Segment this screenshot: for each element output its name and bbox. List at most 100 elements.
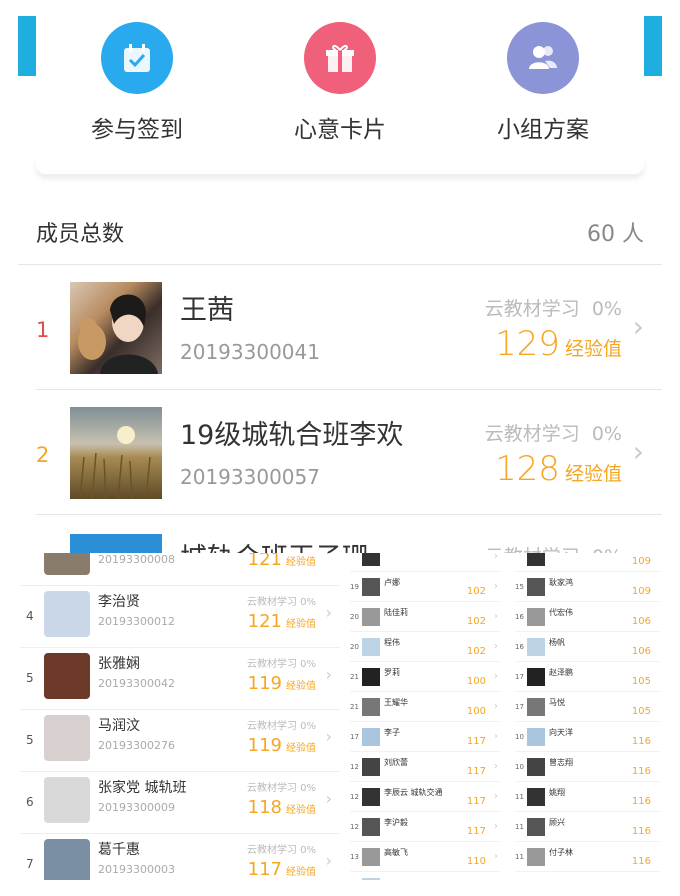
divider: [36, 514, 662, 515]
collage-exp-value: 110: [466, 856, 486, 867]
chevron-right-icon: ›: [494, 611, 498, 622]
collage-cloud: 云教材学习 0%: [246, 659, 316, 670]
collage-member-row: 5 张雅娴 20193300042 云教材学习 0% 119 经验值 ›: [20, 647, 340, 710]
collage-mini-row: 11 顾兴 116 ›: [515, 815, 660, 842]
collage-name: 李子: [384, 728, 400, 737]
exp-value: 128: [494, 449, 560, 489]
chevron-right-icon: ›: [632, 310, 644, 343]
member-id: 20193300057: [180, 465, 320, 489]
chevron-right-icon: ›: [325, 851, 332, 870]
avatar: [527, 553, 545, 566]
avatar: [70, 282, 162, 374]
collage-rank: 4: [26, 609, 34, 623]
member-list-screenshot: 20193300008 121 经验值 › 4 李治贤 20193300012 云教材学习 0…: [20, 553, 340, 880]
collage-exp-value: 121: [247, 553, 282, 570]
collage-member-row: 4 李治贤 20193300012 云教材学习 0% 121 经验值 ›: [20, 585, 340, 648]
avatar: [44, 653, 90, 699]
collage-name: 王耀华: [384, 698, 408, 707]
avatar: [362, 668, 380, 686]
cloud-percent: 0%: [591, 298, 622, 320]
avatar: [527, 578, 545, 596]
collage-exp-value: 116: [631, 826, 651, 837]
collage-mini-row: 17 马悦 105 ›: [515, 695, 660, 722]
collage-rank: 7: [26, 857, 34, 871]
collage-name: 高敏飞: [384, 848, 408, 857]
collage-rank: 10: [515, 733, 524, 741]
member-total-count: 60 人: [587, 222, 644, 247]
divider: [18, 264, 662, 265]
chevron-right-icon: ›: [325, 665, 332, 684]
member-name: 王茜: [180, 295, 234, 326]
collage-exp: 117 经验值: [248, 859, 316, 880]
collage-mini-row: 21 王耀华 100 ›: [350, 695, 500, 722]
collage-rank: 21: [350, 703, 359, 711]
collage-rank: 11: [515, 793, 524, 801]
collage-name: 罗莉: [384, 668, 400, 677]
collage-rank: 10: [515, 763, 524, 771]
collage-name: 付子林: [549, 848, 573, 857]
collage-exp-value: 116: [631, 736, 651, 747]
chevron-right-icon: ›: [325, 603, 332, 622]
collage-exp-unit: 经验值: [286, 557, 316, 568]
avatar: [527, 818, 545, 836]
collage-name: 张雅娴: [98, 656, 140, 672]
chevron-right-icon: ›: [659, 851, 660, 862]
collage-exp-value: 119: [247, 735, 282, 756]
collage-mini-row: 12 李沪毅 117 ›: [350, 815, 500, 842]
avatar: [44, 591, 90, 637]
heart-card-action[interactable]: 心意卡片: [260, 22, 420, 144]
collage-rank: 17: [515, 703, 524, 711]
avatar: [70, 407, 162, 500]
collage-name: 赵泽鹏: [549, 668, 573, 677]
group-plan-label: 小组方案: [497, 117, 589, 143]
action-card-bottom: [36, 158, 644, 175]
collage-member-row: 7 葛千惠 20193300003 云教材学习 0% 117 经验值 ›: [20, 833, 340, 880]
member-row-partial[interactable]: 城轨合班王子珊 云教材学习 0%: [0, 516, 680, 556]
member-id: 20193300041: [180, 340, 320, 364]
collage-exp: 118 经验值: [248, 797, 316, 818]
chevron-right-icon: ›: [494, 671, 498, 682]
collage-mini-row: 17 赵泽鹏 105 ›: [515, 665, 660, 692]
member-rank: 2: [36, 443, 50, 467]
chevron-right-icon: ›: [494, 821, 498, 832]
avatar: [362, 878, 380, 880]
member-row[interactable]: 1 王茜 20193300041 云教材学习 0% 129 经验值 ›: [0, 266, 680, 390]
collage-exp-value: 109: [631, 556, 651, 567]
collage-cloud: 云教材学习 0%: [246, 845, 316, 856]
collage-mini-row: 13›: [350, 875, 500, 880]
collage-name: 程伟: [384, 638, 400, 647]
gift-icon: [304, 22, 376, 94]
collage-mini-row: 10 曾志翔 116 ›: [515, 755, 660, 782]
collage-mini-row: 11 付子林 116 ›: [515, 845, 660, 872]
member-row[interactable]: 2 19级城轨合班李欢 20193300057 云教材学习 0% 128 经验值…: [0, 391, 680, 515]
collage-member-row: 6 张家党 城轨班 20193300009 云教材学习 0% 118 经验值 ›: [20, 771, 340, 834]
collage-name: 杨帆: [549, 638, 565, 647]
collage-exp-value: 119: [247, 673, 282, 694]
cloud-study-progress: 云教材学习 0%: [485, 294, 622, 321]
chevron-right-icon: ›: [632, 435, 644, 468]
chevron-right-icon: ›: [494, 581, 498, 592]
member-name: 19级城轨合班李欢: [180, 420, 404, 451]
divider: [36, 389, 662, 390]
collage-mini-row: 16 代宏伟 106 ›: [515, 605, 660, 632]
group-plan-action[interactable]: 小组方案: [463, 22, 623, 144]
avatar: [527, 668, 545, 686]
experience: 128 经验值: [495, 449, 622, 489]
chevron-right-icon: ›: [494, 553, 498, 562]
avatar: [527, 698, 545, 716]
screenshot-collage: 20193300008 121 经验值 › 4 李治贤 20193300012 云教材学习 0…: [20, 553, 660, 880]
chevron-right-icon: ›: [659, 553, 660, 562]
collage-exp-value: 121: [247, 611, 282, 632]
heart-card-label: 心意卡片: [294, 117, 386, 143]
collage-mini-row: 109 ›: [515, 553, 660, 572]
member-list-screenshot-small-a: › 19 卢娜 102 › 20 陆佳莉 102 › 20 程伟 102 › 21 罗莉 100 › 21 王耀华 1…: [350, 553, 500, 880]
chevron-right-icon: ›: [659, 581, 660, 592]
collage-mini-row: 20 陆佳莉 102 ›: [350, 605, 500, 632]
collage-name: 马润汶: [98, 718, 140, 734]
collage-exp-unit: 经验值: [286, 619, 316, 630]
collage-member-row: 20193300008 121 经验值 ›: [20, 553, 340, 586]
checkin-action[interactable]: 参与签到: [57, 22, 217, 144]
collage-rank: 12: [350, 793, 359, 801]
member-list-screenshot-small-b: 109›15耿家鸿109›16代宏伟106›16杨帆106›17赵泽鹏105›1…: [515, 553, 660, 880]
collage-mini-row: 11 姚翔 116 ›: [515, 785, 660, 812]
